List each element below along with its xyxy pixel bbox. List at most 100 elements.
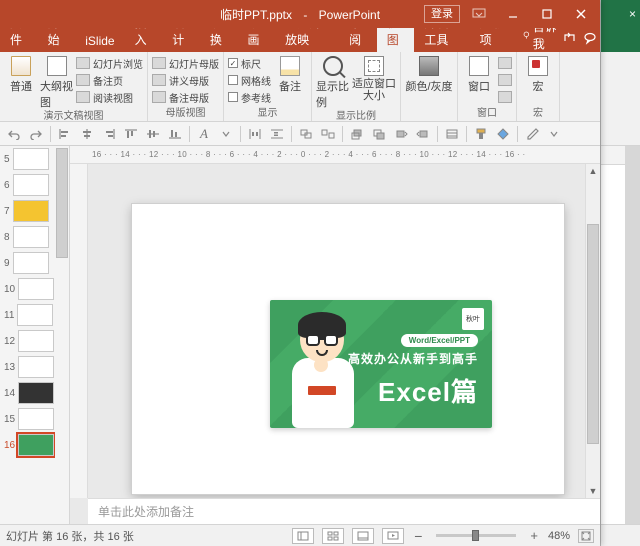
- qat-group[interactable]: [296, 125, 316, 143]
- notes-button[interactable]: 备注: [273, 54, 307, 94]
- slide-subtitle: 高效办公从新手到高手: [348, 350, 478, 367]
- group-master-views: 幻灯片母版 讲义母版 备注母版 母版视图: [148, 52, 224, 121]
- guides-checkbox[interactable]: 参考线: [228, 89, 271, 105]
- normal-view-button[interactable]: 普通: [4, 54, 38, 94]
- view-reading-button[interactable]: [352, 528, 374, 544]
- qat-format-painter[interactable]: [471, 125, 491, 143]
- share-button[interactable]: [559, 27, 580, 52]
- qat-send-backward[interactable]: [413, 125, 433, 143]
- gridlines-checkbox[interactable]: 网格线: [228, 72, 271, 88]
- powerpoint-window: 临时PPT.pptx - PowerPoint 登录 文件 开始 iSlide …: [0, 0, 600, 546]
- slide-page[interactable]: 秋叶 Word/Excel/PPT 高效办公从新手到高手 Excel篇: [132, 204, 564, 494]
- slide-canvas[interactable]: 秋叶 Word/Excel/PPT 高效办公从新手到高手 Excel篇: [88, 164, 600, 498]
- group-presentation-views: 普通 大纲视图 幻灯片浏览 备注页 阅读视图 演示文稿视图: [0, 52, 148, 121]
- fit-icon: [364, 56, 384, 76]
- fit-window-button[interactable]: 适应窗口大小: [352, 54, 396, 102]
- group-color: 颜色/灰度: [401, 52, 458, 121]
- qat-align-left[interactable]: [55, 125, 75, 143]
- login-button[interactable]: 登录: [424, 5, 460, 23]
- qat-bring-forward[interactable]: [391, 125, 411, 143]
- excel-tabs[interactable]: [601, 28, 640, 52]
- ribbon: 普通 大纲视图 幻灯片浏览 备注页 阅读视图 演示文稿视图 幻灯片母版 讲义母版…: [0, 52, 600, 122]
- zoom-icon: [323, 56, 343, 76]
- tab-islide[interactable]: iSlide: [75, 30, 124, 52]
- slide-content[interactable]: 秋叶 Word/Excel/PPT 高效办公从新手到高手 Excel篇: [270, 300, 492, 428]
- notes-pane[interactable]: 单击此处添加备注: [88, 498, 600, 524]
- qat-align-center-h[interactable]: [77, 125, 97, 143]
- macro-icon: [528, 56, 548, 76]
- qat-more[interactable]: [544, 125, 564, 143]
- notes-master-button[interactable]: 备注母版: [152, 89, 219, 105]
- fit-to-window-button[interactable]: [578, 529, 594, 543]
- thumb-scrollbar[interactable]: [55, 146, 69, 524]
- slide-sorter-icon: [76, 57, 90, 69]
- vertical-ruler[interactable]: [70, 164, 88, 498]
- ribbon-tabs: 文件 开始 iSlide 插入 设计 切换 动画 幻灯片放映 审阅 视图 开发工…: [0, 28, 600, 52]
- excel-titlebar: ×: [601, 0, 640, 28]
- qat-bring-front[interactable]: [347, 125, 367, 143]
- excel-ribbon: [601, 52, 640, 146]
- maximize-button[interactable]: [532, 2, 562, 26]
- zoom-slider[interactable]: [436, 534, 516, 537]
- group-macros: 宏 宏: [517, 52, 560, 121]
- excel-sheet[interactable]: [601, 146, 640, 524]
- view-sorter-button[interactable]: [322, 528, 344, 544]
- handout-master-button[interactable]: 讲义母版: [152, 72, 219, 88]
- slide-master-button[interactable]: 幻灯片母版: [152, 55, 219, 71]
- macros-button[interactable]: 宏: [521, 54, 555, 94]
- qat-align-right[interactable]: [99, 125, 119, 143]
- qat-align-bottom[interactable]: [165, 125, 185, 143]
- reading-view-button[interactable]: 阅读视图: [76, 89, 143, 105]
- ribbon-options-button[interactable]: [464, 2, 494, 26]
- close-button[interactable]: [566, 2, 596, 26]
- excel-window-sliver: ×: [600, 0, 640, 546]
- group-window: 窗口 窗口: [458, 52, 517, 121]
- view-slideshow-button[interactable]: [382, 528, 404, 544]
- slide-sorter-button[interactable]: 幻灯片浏览: [76, 55, 143, 71]
- cartoon-character: [276, 312, 368, 428]
- workspace: 5678910111213141516 16 · · · 14 · · · 12…: [0, 146, 600, 524]
- qat-shape-fill[interactable]: [493, 125, 513, 143]
- scroll-thumb[interactable]: [587, 224, 599, 444]
- quick-access-toolbar: A: [0, 122, 600, 146]
- title-app: PowerPoint: [319, 8, 380, 22]
- slide-thumbnails[interactable]: 5678910111213141516: [0, 146, 70, 524]
- titlebar: 临时PPT.pptx - PowerPoint 登录: [0, 0, 600, 28]
- outline-view-button[interactable]: 大纲视图: [40, 54, 74, 110]
- scroll-down-icon[interactable]: ▼: [586, 484, 600, 498]
- view-normal-button[interactable]: [292, 528, 314, 544]
- zoom-in-button[interactable]: +: [528, 528, 540, 543]
- zoom-button[interactable]: 显示比例: [316, 54, 350, 110]
- qat-align-middle-v[interactable]: [143, 125, 163, 143]
- qat-eyedropper[interactable]: [522, 125, 542, 143]
- window-button[interactable]: 窗口: [462, 54, 496, 94]
- handout-master-icon: [152, 74, 166, 86]
- scroll-up-icon[interactable]: ▲: [586, 164, 600, 178]
- qat-selection-pane[interactable]: [442, 125, 462, 143]
- zoom-value[interactable]: 48%: [548, 530, 570, 542]
- qat-send-back[interactable]: [369, 125, 389, 143]
- minimize-button[interactable]: [498, 2, 528, 26]
- qat-redo[interactable]: [26, 125, 46, 143]
- color-grayscale-button[interactable]: 颜色/灰度: [405, 54, 453, 94]
- cascade-button[interactable]: [498, 72, 512, 88]
- qat-ungroup[interactable]: [318, 125, 338, 143]
- ruler-checkbox[interactable]: ✓标尺: [228, 55, 271, 71]
- slide-pill: Word/Excel/PPT: [401, 334, 478, 347]
- excel-close-button[interactable]: ×: [629, 7, 636, 21]
- qat-distribute-v[interactable]: [267, 125, 287, 143]
- grayscale-icon: [419, 56, 439, 76]
- qat-distribute-h[interactable]: [245, 125, 265, 143]
- new-window-button[interactable]: [498, 55, 512, 71]
- notes-page-button[interactable]: 备注页: [76, 72, 143, 88]
- qat-font-dropdown[interactable]: [216, 125, 236, 143]
- comments-button[interactable]: [579, 27, 600, 52]
- qat-align-top[interactable]: [121, 125, 141, 143]
- notes-master-icon: [152, 91, 166, 103]
- move-split-button[interactable]: [498, 89, 512, 105]
- horizontal-ruler[interactable]: 16 · · · 14 · · · 12 · · · 10 · · · 8 · …: [70, 146, 600, 164]
- vertical-scrollbar[interactable]: ▲ ▼: [585, 164, 600, 498]
- qat-font[interactable]: A: [194, 125, 214, 143]
- zoom-out-button[interactable]: −: [412, 528, 424, 544]
- qat-undo[interactable]: [4, 125, 24, 143]
